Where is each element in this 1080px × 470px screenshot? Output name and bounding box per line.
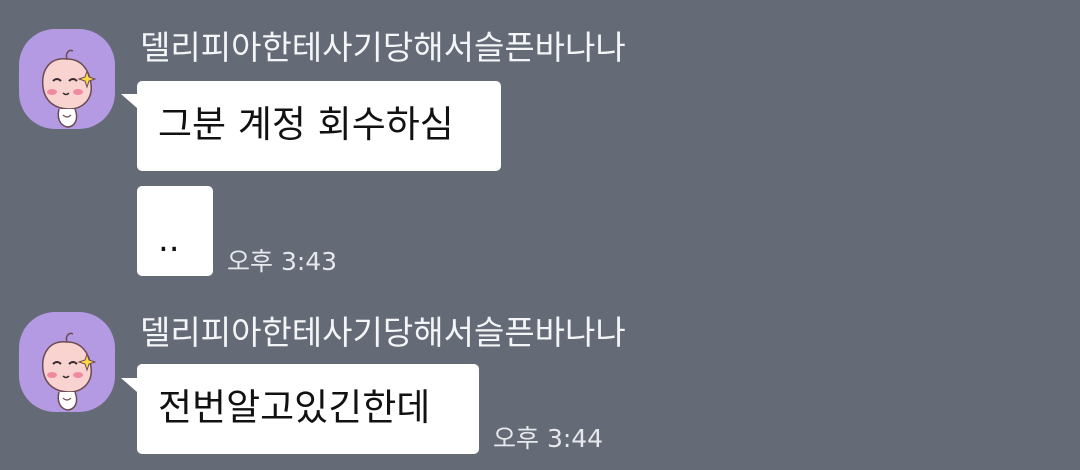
message-timestamp: 오후 3:43: [227, 247, 338, 276]
apeach-icon: [41, 49, 97, 128]
message-bubble[interactable]: 전번알고있긴한데: [137, 364, 479, 454]
message-timestamp: 오후 3:44: [493, 424, 604, 453]
avatar[interactable]: [19, 29, 115, 129]
message-bubble[interactable]: 그분 계정 회수하심: [137, 81, 501, 171]
sender-name[interactable]: 델리피아한테사기당해서슬픈바나나: [140, 313, 626, 353]
apeach-icon: [41, 332, 97, 411]
message-text: ..: [158, 220, 180, 260]
avatar[interactable]: [19, 312, 115, 412]
bubble-tail: [121, 378, 137, 392]
message-text: 전번알고있긴한데: [158, 386, 431, 429]
sender-name[interactable]: 델리피아한테사기당해서슬픈바나나: [140, 28, 626, 68]
message-bubble[interactable]: ..: [137, 186, 213, 276]
bubble-tail: [121, 94, 137, 108]
message-text: 그분 계정 회수하심: [158, 103, 454, 146]
